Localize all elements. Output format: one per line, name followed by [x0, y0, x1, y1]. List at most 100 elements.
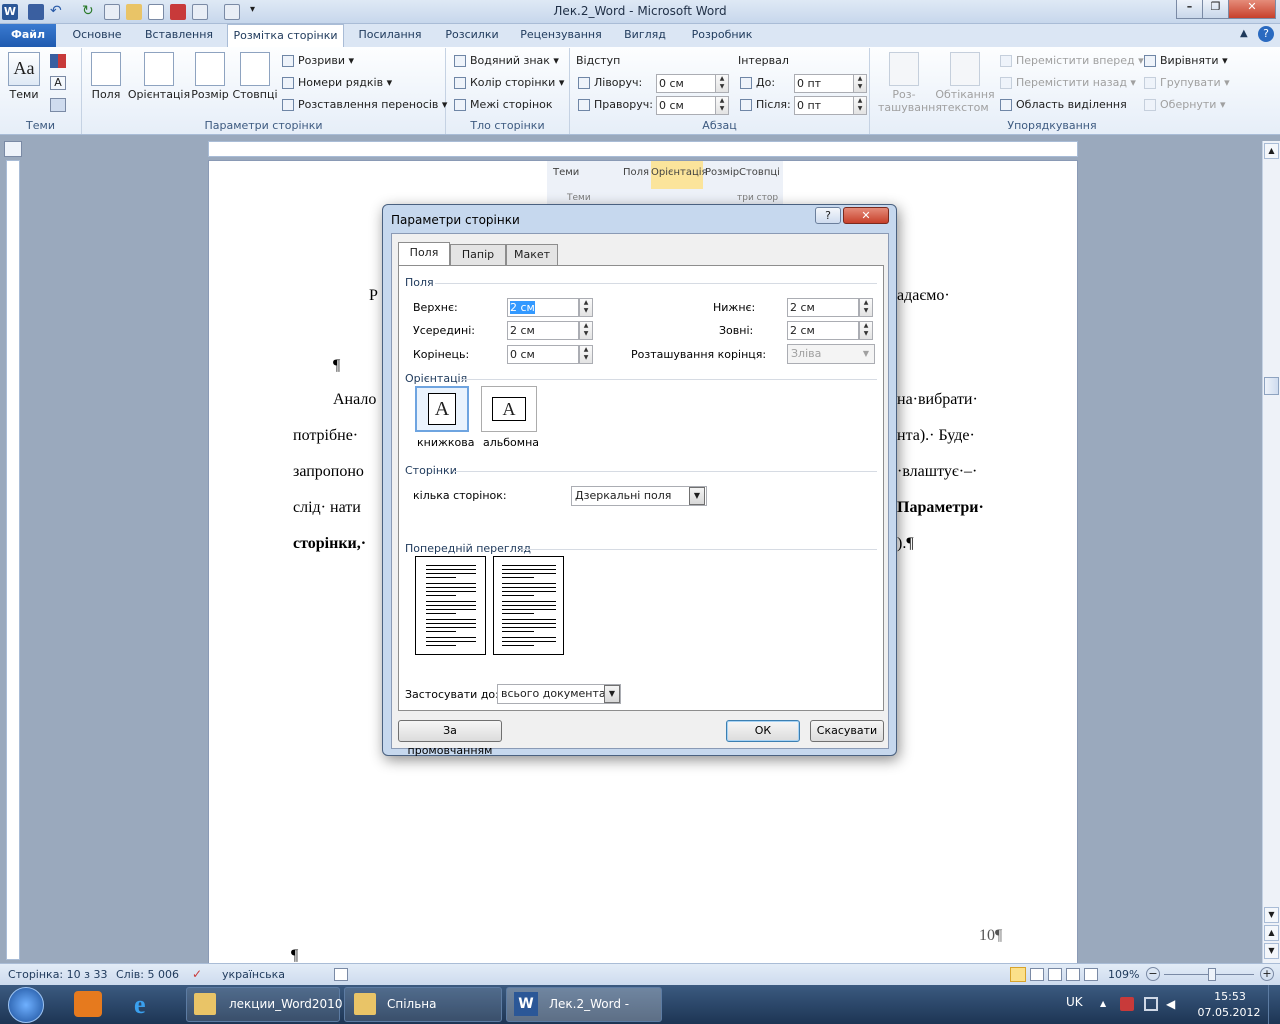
tab-mailings[interactable]: Розсилки — [436, 24, 508, 47]
print-layout-view-icon[interactable] — [1010, 967, 1026, 982]
theme-colors-icon[interactable] — [50, 54, 66, 68]
apply-to-select[interactable]: всього документа — [497, 684, 621, 704]
hyphenation-button[interactable]: Розставлення переносів ▾ — [282, 98, 447, 111]
dialog-help-button[interactable]: ? — [815, 207, 841, 224]
scroll-down-icon[interactable]: ▼ — [1264, 907, 1279, 923]
cancel-button[interactable]: Скасувати — [810, 720, 884, 742]
tab-insert[interactable]: Вставлення — [136, 24, 222, 47]
clock-time[interactable]: 15:53 — [1200, 990, 1260, 1003]
inside-margin-input[interactable]: 2 см — [507, 321, 579, 340]
chevron-down-icon[interactable]: ▼ — [604, 685, 620, 703]
indent-left-input[interactable]: 0 см — [656, 74, 716, 93]
chevron-down-icon[interactable]: ▼ — [689, 487, 705, 505]
tab-developer[interactable]: Розробник — [682, 24, 762, 47]
portrait-orientation-button[interactable]: A — [415, 386, 469, 432]
wrap-text-button[interactable]: Обтікання текстом — [934, 52, 996, 114]
tab-review[interactable]: Рецензування — [514, 24, 608, 47]
action-center-icon[interactable] — [1120, 997, 1134, 1011]
send-backward-button[interactable]: Перемістити назад ▾ — [1000, 76, 1136, 89]
media-player-icon[interactable] — [74, 991, 102, 1017]
landscape-orientation-button[interactable]: A — [481, 386, 537, 432]
dialog-tab-layout[interactable]: Макет — [506, 244, 558, 265]
zoom-out-icon[interactable]: − — [1146, 967, 1160, 981]
tab-references[interactable]: Посилання — [350, 24, 430, 47]
tab-selector-button[interactable] — [4, 141, 22, 157]
position-button[interactable]: Роз-ташування — [878, 52, 942, 114]
zoom-slider-thumb[interactable] — [1208, 968, 1216, 981]
bottom-margin-input[interactable]: 2 см — [787, 298, 859, 317]
show-hidden-icons-icon[interactable]: ▲ — [1100, 999, 1106, 1008]
rotate-button[interactable]: Обернути ▾ — [1144, 98, 1225, 111]
draft-view-icon[interactable] — [1084, 968, 1098, 981]
spacing-before-spinner[interactable]: ▲ ▼ — [853, 74, 867, 93]
tab-home[interactable]: Основне — [62, 24, 132, 47]
theme-effects-icon[interactable] — [50, 98, 66, 112]
margins-button[interactable]: Поля — [88, 52, 124, 101]
help-icon[interactable]: ? — [1258, 26, 1274, 42]
restore-button[interactable]: ❐ — [1202, 0, 1229, 19]
input-language-indicator[interactable]: UK — [1066, 995, 1083, 1009]
indent-right-spinner[interactable]: ▲ ▼ — [715, 96, 729, 115]
bring-forward-button[interactable]: Перемістити вперед ▾ — [1000, 54, 1144, 67]
ok-button[interactable]: ОК — [726, 720, 800, 742]
set-as-default-button[interactable]: За промовчанням — [398, 720, 502, 757]
multiple-pages-select[interactable]: Дзеркальні поля — [571, 486, 707, 506]
line-numbers-button[interactable]: Номери рядків ▾ — [282, 76, 392, 89]
minimize-button[interactable]: – — [1176, 0, 1203, 19]
page-borders-button[interactable]: Межі сторінок — [454, 98, 553, 111]
spacing-after-spinner[interactable]: ▲ ▼ — [853, 96, 867, 115]
orientation-button[interactable]: Орієнтація — [126, 52, 192, 101]
columns-button[interactable]: Стовпці — [232, 52, 278, 101]
align-button[interactable]: Вирівняти ▾ — [1144, 54, 1228, 67]
status-language[interactable]: українська — [222, 968, 285, 981]
previous-page-icon[interactable]: ▲ — [1264, 925, 1279, 941]
outline-view-icon[interactable] — [1066, 968, 1080, 981]
proofing-icon[interactable]: ✓ — [192, 967, 206, 981]
minimize-ribbon-icon[interactable]: ▲ — [1240, 28, 1248, 39]
tab-page-layout[interactable]: Розмітка сторінки — [227, 24, 344, 47]
status-page-count[interactable]: Сторінка: 10 з 33 — [8, 968, 107, 981]
volume-icon[interactable]: ◀ — [1166, 997, 1180, 1011]
full-screen-reading-icon[interactable] — [1030, 968, 1044, 981]
gutter-spinner[interactable]: ▲ ▼ — [579, 345, 593, 364]
group-button[interactable]: Групувати ▾ — [1144, 76, 1230, 89]
theme-fonts-icon[interactable]: A — [50, 76, 66, 90]
internet-explorer-icon[interactable]: e — [134, 991, 164, 1019]
tab-file[interactable]: Файл — [0, 24, 56, 47]
top-margin-input[interactable]: 2 см — [507, 298, 579, 317]
top-margin-spinner[interactable]: ▲ ▼ — [579, 298, 593, 317]
gutter-input[interactable]: 0 см — [507, 345, 579, 364]
close-window-button[interactable]: ✕ — [1228, 0, 1276, 19]
vertical-ruler[interactable] — [6, 160, 20, 960]
indent-left-spinner[interactable]: ▲ ▼ — [715, 74, 729, 93]
web-layout-icon[interactable] — [1048, 968, 1062, 981]
watermark-button[interactable]: Водяний знак ▾ — [454, 54, 559, 67]
bottom-margin-spinner[interactable]: ▲ ▼ — [859, 298, 873, 317]
tab-view[interactable]: Вигляд — [616, 24, 674, 47]
vertical-scrollbar[interactable]: ▲ ▼ ▲ ▼ — [1262, 141, 1280, 963]
spacing-after-input[interactable]: 0 пт — [794, 96, 854, 115]
scroll-thumb[interactable] — [1264, 377, 1279, 395]
breaks-button[interactable]: Розриви ▾ — [282, 54, 354, 67]
zoom-in-icon[interactable]: + — [1260, 967, 1274, 981]
dialog-tab-paper[interactable]: Папір — [450, 244, 506, 265]
macro-record-icon[interactable] — [334, 968, 348, 981]
indent-right-input[interactable]: 0 см — [656, 96, 716, 115]
spacing-before-input[interactable]: 0 пт — [794, 74, 854, 93]
scroll-up-icon[interactable]: ▲ — [1264, 143, 1279, 159]
start-button-icon[interactable] — [8, 987, 44, 1023]
next-page-icon[interactable]: ▼ — [1264, 943, 1279, 959]
show-desktop-button[interactable] — [1268, 985, 1280, 1024]
network-icon[interactable] — [1144, 997, 1158, 1011]
zoom-level[interactable]: 109% — [1108, 968, 1139, 981]
dialog-tab-margins[interactable]: Поля — [398, 242, 450, 266]
clock-date[interactable]: 07.05.2012 — [1194, 1006, 1264, 1019]
outside-margin-spinner[interactable]: ▲ ▼ — [859, 321, 873, 340]
horizontal-ruler[interactable] — [208, 141, 1078, 157]
outside-margin-input[interactable]: 2 см — [787, 321, 859, 340]
dialog-close-button[interactable]: ✕ — [843, 207, 889, 224]
size-button[interactable]: Розмір — [190, 52, 230, 101]
inside-margin-spinner[interactable]: ▲ ▼ — [579, 321, 593, 340]
themes-button[interactable]: Aa Теми — [6, 52, 42, 101]
status-word-count[interactable]: Слів: 5 006 — [116, 968, 179, 981]
